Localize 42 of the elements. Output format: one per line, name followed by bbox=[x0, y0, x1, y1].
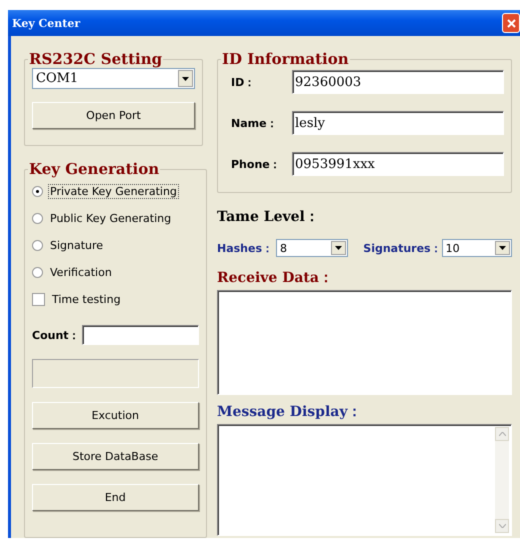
hashes-dropdown[interactable]: 8 bbox=[276, 239, 348, 257]
field-label: Name： bbox=[231, 116, 278, 130]
group-title: RS232C Setting bbox=[28, 50, 164, 68]
receive-data-label: Receive Data： bbox=[217, 269, 333, 287]
count-label: Count： bbox=[32, 328, 80, 342]
receive-data-area[interactable] bbox=[217, 290, 512, 395]
radio-button[interactable] bbox=[32, 186, 43, 197]
window-title: Key Center bbox=[12, 16, 80, 30]
action-button[interactable]: End bbox=[32, 484, 199, 511]
option-label[interactable]: Verification bbox=[48, 265, 114, 280]
tame-level-heading: Tame Level： bbox=[217, 208, 319, 226]
option-label[interactable]: Time testing bbox=[50, 292, 123, 307]
message-display-label: Message Display： bbox=[217, 403, 362, 421]
group-title: Key Generation bbox=[28, 160, 160, 178]
port-dropdown[interactable]: COM1 bbox=[32, 68, 195, 89]
open-port-button[interactable]: Open Port bbox=[32, 102, 195, 129]
count-field[interactable] bbox=[82, 325, 199, 345]
caret-icon bbox=[182, 76, 189, 80]
group-title: ID Information bbox=[221, 50, 350, 68]
input-field[interactable]: lesly bbox=[292, 111, 504, 135]
caret-icon bbox=[499, 246, 506, 250]
hashes-label: Hashes： bbox=[217, 240, 274, 256]
scroll-bar[interactable] bbox=[495, 427, 509, 533]
checkbox[interactable] bbox=[32, 293, 45, 306]
radio-button[interactable] bbox=[32, 240, 43, 251]
input-field[interactable]: 92360003 bbox=[292, 70, 504, 94]
option-label[interactable]: Public Key Generating bbox=[48, 211, 174, 226]
close-icon bbox=[506, 18, 516, 28]
option-label[interactable]: Signature bbox=[48, 238, 106, 253]
caret-icon bbox=[335, 246, 342, 250]
radio-button[interactable] bbox=[32, 213, 43, 224]
signatures-dropdown[interactable]: 10 bbox=[442, 239, 512, 257]
action-button[interactable]: Store DataBase bbox=[32, 443, 199, 470]
option-label[interactable]: Private Key Generating bbox=[48, 184, 179, 199]
message-display-area[interactable] bbox=[217, 424, 512, 536]
input-field[interactable]: 0953991xxx bbox=[292, 152, 504, 176]
field-label: ID： bbox=[231, 74, 256, 90]
radio-button[interactable] bbox=[32, 267, 43, 278]
close-button[interactable] bbox=[502, 13, 520, 33]
field-label: Phone： bbox=[231, 156, 281, 172]
action-button[interactable]: Excution bbox=[32, 402, 199, 429]
signatures-label: Signatures： bbox=[363, 240, 442, 256]
